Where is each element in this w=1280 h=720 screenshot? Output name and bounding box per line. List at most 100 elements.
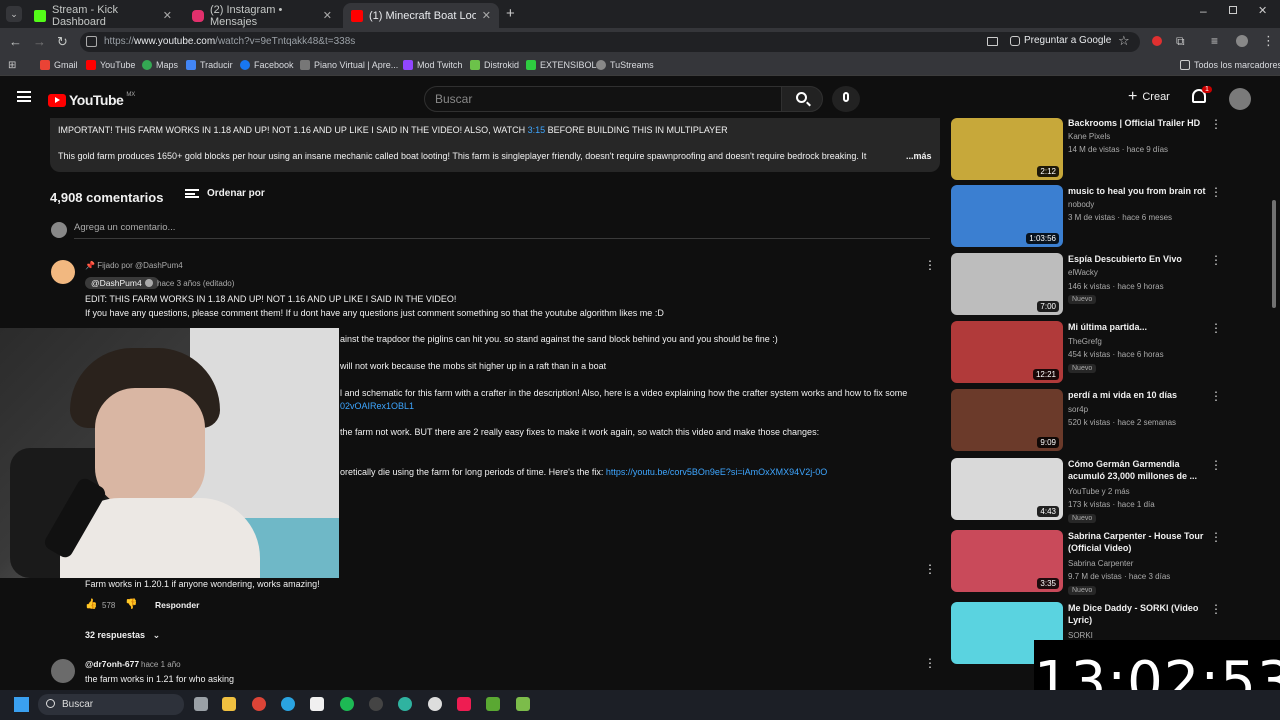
channel-name[interactable]: elWacky xyxy=(1068,268,1098,277)
channel-name[interactable]: TheGrefg xyxy=(1068,337,1102,346)
apps-icon[interactable]: ⊞ xyxy=(8,60,16,71)
reload-icon[interactable]: ↻ xyxy=(57,34,68,50)
comment-link[interactable]: 02vOAIRex1OBL1 xyxy=(340,401,414,411)
star-icon[interactable]: ☆ xyxy=(1118,33,1130,49)
comment-menu-icon[interactable]: ⋮ xyxy=(924,656,936,670)
tab-list-icon[interactable]: ⌄ xyxy=(6,6,22,22)
video-thumbnail[interactable]: 4:43 xyxy=(951,458,1063,520)
task-view-icon[interactable] xyxy=(194,697,208,711)
file-explorer-icon[interactable] xyxy=(222,697,236,711)
bookmark-traducir[interactable]: Traducir xyxy=(186,60,233,70)
bookmark-tustreams[interactable]: TuStreams xyxy=(596,60,654,70)
bookmark-maps[interactable]: Maps xyxy=(142,60,178,70)
reply-button[interactable]: Responder xyxy=(155,600,199,610)
bookmark-extensibol[interactable]: EXTENSIBOL xyxy=(526,60,597,70)
voice-search-button[interactable] xyxy=(832,86,860,112)
sort-button[interactable]: Ordenar por xyxy=(185,188,265,199)
media-icon[interactable]: ≡ xyxy=(1211,34,1218,48)
like-button[interactable]: 👍 xyxy=(85,599,97,610)
video-thumbnail[interactable]: 2:12 xyxy=(951,118,1063,180)
forward-icon[interactable]: → xyxy=(33,34,46,49)
video-title[interactable]: Cómo Germán Garmendia acumuló 23,000 mil… xyxy=(1068,458,1206,482)
video-title[interactable]: Me Dice Daddy - SORKI (Video Lyric) xyxy=(1068,602,1206,626)
spotify-icon[interactable] xyxy=(340,697,354,711)
hamburger-menu-icon[interactable] xyxy=(17,91,31,102)
comment-avatar[interactable] xyxy=(51,659,75,683)
edge-icon[interactable] xyxy=(398,697,412,711)
video-title[interactable]: Mi última partida... xyxy=(1068,321,1206,333)
tiktok-icon[interactable] xyxy=(457,697,471,711)
channel-name[interactable]: sor4p xyxy=(1068,405,1088,414)
close-icon[interactable]: ✕ xyxy=(482,9,491,22)
comment-author[interactable]: @dr7onh-677 xyxy=(85,659,139,669)
channel-name[interactable]: YouTube y 2 más xyxy=(1068,487,1130,496)
bookmark-facebook[interactable]: Facebook xyxy=(240,60,294,70)
youtube-logo[interactable]: YouTube MX xyxy=(48,92,135,108)
video-title[interactable]: music to heal you from brain rot xyxy=(1068,185,1206,197)
channel-name[interactable]: Sabrina Carpenter xyxy=(1068,559,1133,568)
extension-red-icon[interactable] xyxy=(1152,36,1162,46)
search-button[interactable] xyxy=(781,86,823,112)
author-chip[interactable]: @DashPum4 xyxy=(85,277,159,289)
minimize-icon[interactable]: – xyxy=(1200,4,1207,18)
extensions-icon[interactable]: ⧉ xyxy=(1176,34,1185,49)
add-comment-input[interactable]: Agrega un comentario... xyxy=(74,222,930,239)
close-icon[interactable]: ✕ xyxy=(163,9,172,22)
new-tab-icon[interactable]: + xyxy=(506,5,515,22)
channel-name[interactable]: Kane Pixels xyxy=(1068,132,1110,141)
close-window-icon[interactable]: ✕ xyxy=(1258,4,1267,17)
show-more-link[interactable]: ...más xyxy=(906,151,932,161)
create-button[interactable]: + Crear xyxy=(1128,89,1170,105)
search-input[interactable]: Buscar xyxy=(424,86,782,112)
address-bar[interactable]: https://www.youtube.com/watch?v=9eTntqak… xyxy=(80,32,1140,52)
channel-name[interactable]: nobody xyxy=(1068,200,1094,209)
bookmark-youtube[interactable]: YouTube xyxy=(86,60,135,70)
chrome-icon[interactable] xyxy=(252,697,266,711)
github-icon[interactable] xyxy=(428,697,442,711)
bookmark-piano[interactable]: Piano Virtual | Apre... xyxy=(300,60,398,70)
video-thumbnail[interactable]: 12:21 xyxy=(951,321,1063,383)
tab-youtube[interactable]: (1) Minecraft Boat Looting Gold ✕ xyxy=(343,3,499,28)
video-menu-icon[interactable]: ⋮ xyxy=(1210,185,1222,199)
bookmark-modtwitch[interactable]: Mod Twitch xyxy=(403,60,462,70)
menu-icon[interactable]: ⋮ xyxy=(1262,33,1275,49)
close-icon[interactable]: ✕ xyxy=(323,9,332,22)
capcut-icon[interactable] xyxy=(310,697,324,711)
restore-icon[interactable] xyxy=(1229,6,1237,14)
tab-kick[interactable]: Stream - Kick Dashboard ✕ xyxy=(26,3,180,28)
cast-icon[interactable] xyxy=(987,37,998,46)
video-title[interactable]: Backrooms | Official Trailer HD xyxy=(1068,117,1206,129)
scrollbar-thumb[interactable] xyxy=(1272,200,1276,308)
show-replies-button[interactable]: 32 respuestas ⌄ xyxy=(85,630,160,641)
bookmark-distrokid[interactable]: Distrokid xyxy=(470,60,519,70)
video-menu-icon[interactable]: ⋮ xyxy=(1210,253,1222,267)
video-thumbnail[interactable]: 9:09 xyxy=(951,389,1063,451)
video-title[interactable]: perdí a mi vida en 10 días xyxy=(1068,389,1206,401)
bookmark-all[interactable]: Todos los marcadores xyxy=(1180,60,1280,70)
comment-menu-icon[interactable]: ⋮ xyxy=(924,562,936,576)
video-menu-icon[interactable]: ⋮ xyxy=(1210,458,1222,472)
notifications-button[interactable]: 1 xyxy=(1192,86,1212,103)
comment-menu-icon[interactable]: ⋮ xyxy=(924,258,936,272)
back-icon[interactable]: ← xyxy=(9,34,22,49)
video-title[interactable]: Sabrina Carpenter - House Tour (Official… xyxy=(1068,530,1206,554)
video-menu-icon[interactable]: ⋮ xyxy=(1210,389,1222,403)
video-menu-icon[interactable]: ⋮ xyxy=(1210,117,1222,131)
account-avatar[interactable] xyxy=(1229,88,1251,110)
tab-instagram[interactable]: (2) Instagram • Mensajes ✕ xyxy=(184,3,340,28)
video-thumbnail[interactable]: 3:35 xyxy=(951,530,1063,592)
video-menu-icon[interactable]: ⋮ xyxy=(1210,602,1222,616)
taskbar-search[interactable]: Buscar xyxy=(38,694,184,715)
dislike-button[interactable]: 👎 xyxy=(125,599,137,610)
video-thumbnail[interactable]: 1:03:56 xyxy=(951,185,1063,247)
bookmark-gmail[interactable]: Gmail xyxy=(40,60,78,70)
comment-avatar[interactable] xyxy=(51,260,75,284)
windows-start-icon[interactable] xyxy=(14,697,29,712)
video-menu-icon[interactable]: ⋮ xyxy=(1210,321,1222,335)
fix-video-link[interactable]: https://youtu.be/corv5BOn9eE?si=iAmOxXMX… xyxy=(606,467,827,477)
video-description[interactable]: IMPORTANT! THIS FARM WORKS IN 1.18 AND U… xyxy=(50,118,940,172)
video-title[interactable]: Espía Descubierto En Vivo xyxy=(1068,253,1206,265)
timestamp-link[interactable]: 3:15 xyxy=(528,125,546,135)
obs-icon[interactable] xyxy=(369,697,383,711)
minecraft-launcher-icon[interactable] xyxy=(516,697,530,711)
